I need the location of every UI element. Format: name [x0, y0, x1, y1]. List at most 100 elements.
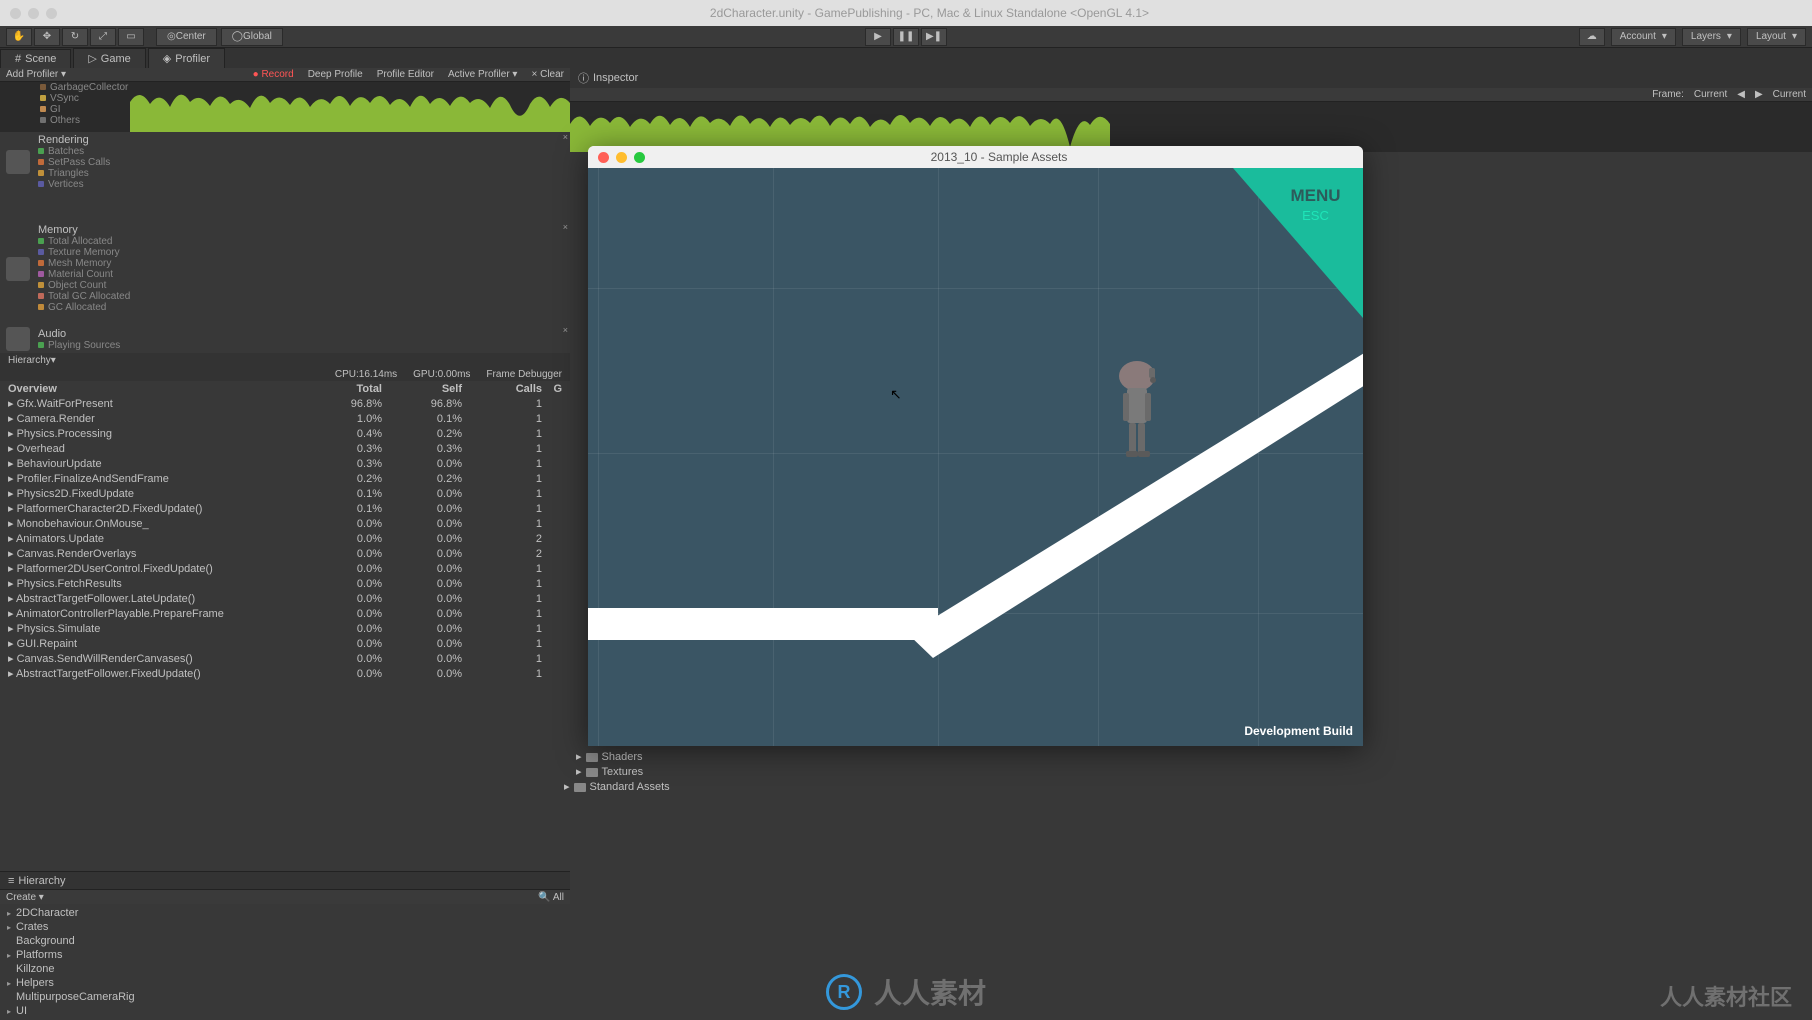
- active-profiler-dropdown[interactable]: Active Profiler ▾: [448, 69, 518, 80]
- profiler-row[interactable]: ▸ Overhead0.3%0.3%1: [0, 442, 570, 457]
- close-section-icon[interactable]: ×: [563, 132, 568, 142]
- profiler-row[interactable]: ▸ Physics.Processing0.4%0.2%1: [0, 427, 570, 442]
- cpu-graph-extension[interactable]: [570, 102, 1812, 152]
- profiler-row[interactable]: ▸ Canvas.SendWillRenderCanvases()0.0%0.0…: [0, 652, 570, 667]
- move-tool-icon[interactable]: ✥: [34, 28, 60, 46]
- game-viewport[interactable]: MENU ESC ↖ Development Build: [588, 168, 1363, 746]
- profiler-overview-table[interactable]: ▸ Gfx.WaitForPresent96.8%96.8%1▸ Camera.…: [0, 397, 570, 871]
- hierarchy-item[interactable]: ▸UI: [4, 1004, 566, 1018]
- macos-titlebar: 2dCharacter.unity - GamePublishing - PC,…: [0, 0, 1812, 26]
- add-profiler-dropdown[interactable]: Add Profiler ▾: [6, 69, 66, 80]
- prev-frame-button[interactable]: ◀: [1737, 89, 1745, 100]
- project-tree-fragment[interactable]: ▸ Shaders ▸ Textures ▸ Standard Assets: [572, 750, 674, 795]
- profiler-row[interactable]: ▸ PlatformerCharacter2D.FixedUpdate()0.1…: [0, 502, 570, 517]
- col-g[interactable]: G: [542, 383, 562, 395]
- hierarchy-item[interactable]: ▸Platforms: [4, 948, 566, 962]
- pivot-center-button[interactable]: ◎ Center: [156, 28, 217, 46]
- col-self[interactable]: Self: [382, 383, 462, 395]
- create-dropdown[interactable]: Create ▾: [6, 892, 44, 903]
- hierarchy-tab-label[interactable]: Hierarchy: [18, 875, 65, 887]
- account-dropdown[interactable]: Account ▾: [1611, 28, 1676, 46]
- minimize-icon[interactable]: [28, 8, 39, 19]
- profiler-row[interactable]: ▸ Physics.FetchResults0.0%0.0%1: [0, 577, 570, 592]
- profiler-row[interactable]: ▸ Physics.Simulate0.0%0.0%1: [0, 622, 570, 637]
- hierarchy-panel: ≡ Hierarchy Create ▾ 🔍 All ▸2DCharacter▸…: [0, 871, 570, 1020]
- project-folder-textures[interactable]: ▸ Textures: [572, 765, 674, 780]
- audio-label: Audio: [38, 328, 120, 340]
- tab-scene[interactable]: # Scene: [0, 49, 71, 68]
- layout-dropdown[interactable]: Layout ▾: [1747, 28, 1806, 46]
- col-total[interactable]: Total: [302, 383, 382, 395]
- profiler-row[interactable]: ▸ BehaviourUpdate0.3%0.0%1: [0, 457, 570, 472]
- maximize-icon[interactable]: [634, 152, 645, 163]
- step-button[interactable]: ▶❚: [921, 28, 947, 46]
- next-frame-button[interactable]: ▶: [1755, 89, 1763, 100]
- close-section-icon[interactable]: ×: [563, 222, 568, 232]
- hierarchy-item[interactable]: ▸Helpers: [4, 976, 566, 990]
- window-title: 2dCharacter.unity - GamePublishing - PC,…: [57, 6, 1802, 20]
- hierarchy-item[interactable]: ▸Crates: [4, 920, 566, 934]
- folder-icon: [574, 783, 586, 792]
- main-toolbar: ✋ ✥ ↻ ⤢ ▭ ◎ Center ◯ Global ▶ ❚❚ ▶❚ ☁ Ac…: [0, 26, 1812, 48]
- maximize-icon[interactable]: [46, 8, 57, 19]
- hierarchy-item[interactable]: Background: [4, 934, 566, 948]
- inspector-tab[interactable]: ⓘ Inspector: [570, 68, 1812, 88]
- project-folder-shaders[interactable]: ▸ Shaders: [572, 750, 674, 765]
- profiler-row[interactable]: ▸ AbstractTargetFollower.FixedUpdate()0.…: [0, 667, 570, 682]
- game-preview-window: 2013_10 - Sample Assets MENU ESC: [588, 146, 1363, 746]
- profiler-row[interactable]: ▸ Canvas.RenderOverlays0.0%0.0%2: [0, 547, 570, 562]
- profiler-row[interactable]: ▸ Physics2D.FixedUpdate0.1%0.0%1: [0, 487, 570, 502]
- cpu-usage-graph[interactable]: GarbageCollector VSync GI Others: [0, 82, 570, 132]
- space-global-button[interactable]: ◯ Global: [221, 28, 283, 46]
- frame-debugger-button[interactable]: Frame Debugger: [486, 369, 562, 380]
- gpu-time: GPU:0.00ms: [413, 369, 470, 380]
- hierarchy-item[interactable]: ▸2DCharacter: [4, 906, 566, 920]
- robot-character: [1113, 358, 1161, 468]
- profiler-row[interactable]: ▸ AbstractTargetFollower.LateUpdate()0.0…: [0, 592, 570, 607]
- tab-game[interactable]: ▷ Game: [73, 48, 145, 68]
- profiler-row[interactable]: ▸ AnimatorControllerPlayable.PrepareFram…: [0, 607, 570, 622]
- profile-editor-button[interactable]: Profile Editor: [377, 69, 434, 80]
- rect-tool-icon[interactable]: ▭: [118, 28, 144, 46]
- profiler-stats-bar: CPU:16.14ms GPU:0.00ms Frame Debugger: [0, 367, 570, 381]
- game-window-titlebar[interactable]: 2013_10 - Sample Assets: [588, 146, 1363, 168]
- minimize-icon[interactable]: [616, 152, 627, 163]
- search-all-filter[interactable]: 🔍 All: [538, 892, 564, 903]
- col-calls[interactable]: Calls: [462, 383, 542, 395]
- profiler-row[interactable]: ▸ Camera.Render1.0%0.1%1: [0, 412, 570, 427]
- profiler-row[interactable]: ▸ Monobehaviour.OnMouse_0.0%0.0%1: [0, 517, 570, 532]
- folder-icon: [586, 768, 598, 777]
- project-folder-standard-assets[interactable]: ▸ Standard Assets: [560, 780, 674, 795]
- deep-profile-button[interactable]: Deep Profile: [308, 69, 363, 80]
- profiler-view-dropdown[interactable]: Hierarchy ▾: [0, 353, 570, 367]
- memory-section-header[interactable]: × Memory Total Allocated Texture Memory …: [0, 222, 570, 315]
- editor-tabs: # Scene ▷ Game ◈ Profiler: [0, 48, 1812, 68]
- audio-section-header[interactable]: × Audio Playing Sources: [0, 325, 570, 353]
- hierarchy-item[interactable]: Killzone: [4, 962, 566, 976]
- layers-dropdown[interactable]: Layers ▾: [1682, 28, 1741, 46]
- profiler-row[interactable]: ▸ GUI.Repaint0.0%0.0%1: [0, 637, 570, 652]
- profiler-row[interactable]: ▸ Gfx.WaitForPresent96.8%96.8%1: [0, 397, 570, 412]
- profiler-row[interactable]: ▸ Profiler.FinalizeAndSendFrame0.2%0.2%1: [0, 472, 570, 487]
- rendering-label: Rendering: [38, 134, 110, 146]
- hierarchy-item[interactable]: MultipurposeCameraRig: [4, 990, 566, 1004]
- pause-button[interactable]: ❚❚: [893, 28, 919, 46]
- rotate-tool-icon[interactable]: ↻: [62, 28, 88, 46]
- current-button[interactable]: Current: [1773, 89, 1806, 100]
- hand-tool-icon[interactable]: ✋: [6, 28, 32, 46]
- rendering-icon: [6, 150, 30, 174]
- profiler-row[interactable]: ▸ Animators.Update0.0%0.0%2: [0, 532, 570, 547]
- close-icon[interactable]: [598, 152, 609, 163]
- game-window-title: 2013_10 - Sample Assets: [645, 150, 1353, 164]
- clear-button[interactable]: × Clear: [531, 69, 564, 80]
- record-button[interactable]: ● Record: [253, 69, 294, 80]
- play-button[interactable]: ▶: [865, 28, 891, 46]
- cloud-icon[interactable]: ☁: [1579, 28, 1605, 46]
- tab-profiler[interactable]: ◈ Profiler: [148, 48, 225, 68]
- profiler-row[interactable]: ▸ Platformer2DUserControl.FixedUpdate()0…: [0, 562, 570, 577]
- close-icon[interactable]: [10, 8, 21, 19]
- overview-title[interactable]: Overview: [8, 383, 302, 395]
- close-section-icon[interactable]: ×: [563, 325, 568, 335]
- scale-tool-icon[interactable]: ⤢: [90, 28, 116, 46]
- rendering-section-header[interactable]: × Rendering Batches SetPass Calls Triang…: [0, 132, 570, 192]
